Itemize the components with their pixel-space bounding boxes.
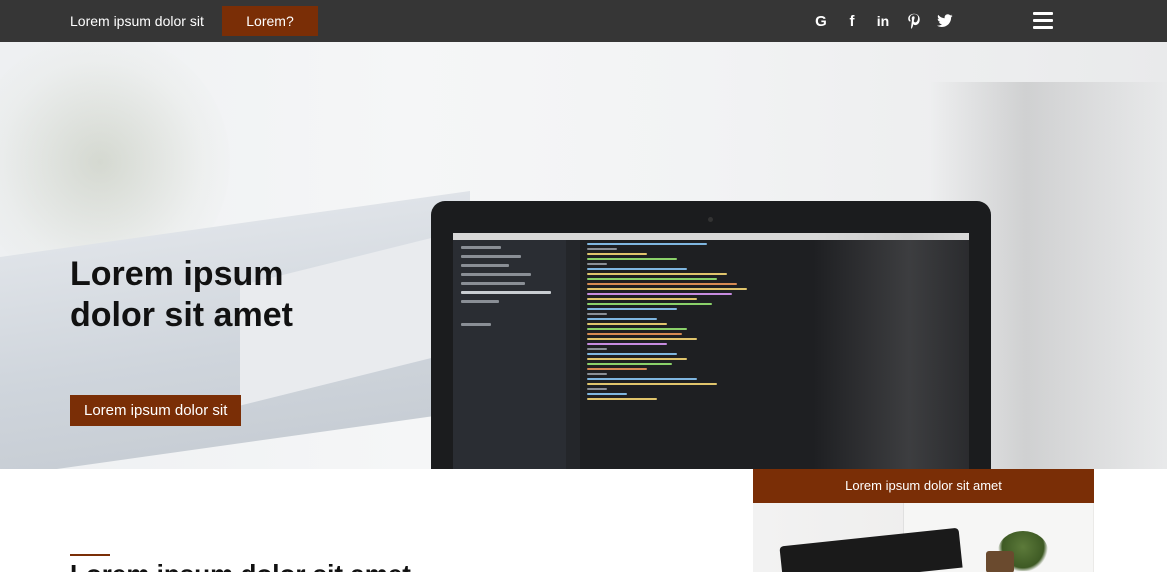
plant-pot-image [986,551,1014,572]
nav-cta-button[interactable]: Lorem? [222,6,318,36]
laptop-screen-code-editor [453,233,969,469]
section-accent-line [70,554,110,556]
hero-cta-button[interactable]: Lorem ipsum dolor sit [70,395,242,426]
featured-card[interactable]: Lorem ipsum dolor sit amet [753,469,1094,572]
featured-card-header[interactable]: Lorem ipsum dolor sit amet [753,469,1094,503]
hamburger-menu-icon[interactable] [1033,12,1053,32]
top-navbar: Lorem ipsum dolor sit Lorem? G f in [0,0,1167,42]
facebook-icon[interactable]: f [843,12,861,30]
pinterest-icon[interactable] [905,12,923,30]
hero-title: Lorem ipsum dolor sit amet [70,255,293,334]
twitter-icon[interactable] [936,12,954,30]
brand-link[interactable]: Lorem ipsum dolor sit [70,0,204,42]
section-title: Lorem ipsum dolor sit amet [70,559,411,572]
featured-card-image [753,503,1094,572]
hero-laptop-image [431,201,991,469]
laptop-camera [708,217,713,222]
social-links: G f in [812,0,967,42]
monitor-image [779,527,963,572]
linkedin-icon[interactable]: in [874,12,892,30]
google-icon[interactable]: G [812,12,830,30]
